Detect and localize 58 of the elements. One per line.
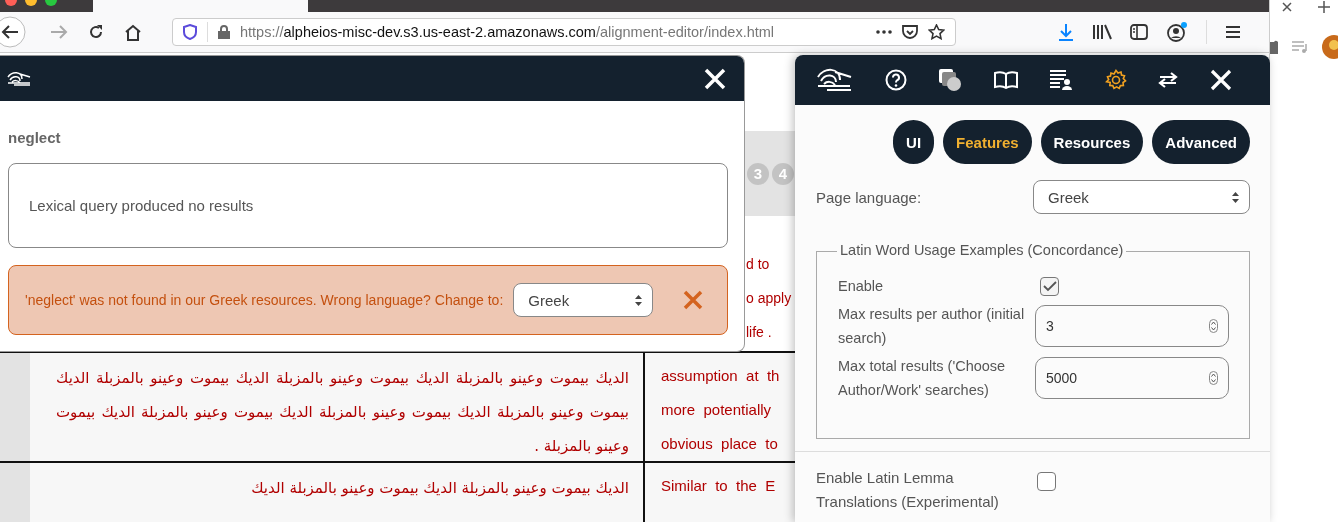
spinner-icon[interactable]: [1209, 371, 1218, 385]
puzzle-icon[interactable]: [1270, 40, 1279, 54]
download-icon[interactable]: [1058, 23, 1074, 41]
account-icon[interactable]: [1166, 22, 1188, 42]
alert-text: 'neglect' was not found in our Greek resources. Wrong language? Change to:: [25, 292, 504, 308]
setting-label: Max results per author (initial search): [838, 305, 1026, 348]
settings-tab[interactable]: Resources: [1040, 120, 1144, 164]
number-field[interactable]: 3: [1035, 305, 1229, 347]
arabic-text: الديك بيموت وعينو بالمزبلة الديك بيموت وعينو بالمزبلة الديك بيموت وعينو بالمزبلة الديك بيموت وعينو بالمزبلة الديك بيموت وعينو بالمزبلة الديك بيموت وعينو بالمزبلة الديك بيموت وعينو بالمزبلة .: [56, 368, 629, 457]
reload-icon[interactable]: [88, 24, 104, 40]
plus-icon[interactable]: [1318, 1, 1331, 13]
english-text: life .: [746, 323, 772, 342]
swap-icon[interactable]: [1158, 72, 1179, 88]
checkbox[interactable]: [1037, 472, 1056, 491]
logo-icon: [6, 70, 32, 87]
english-text: more potentially: [661, 400, 772, 420]
more-icon[interactable]: [876, 30, 892, 34]
updown-arrows-icon: [635, 294, 643, 306]
logo-icon[interactable]: [815, 67, 853, 93]
settings-tab[interactable]: Features: [943, 120, 1032, 164]
close-icon[interactable]: [1282, 2, 1293, 12]
avatar-icon[interactable]: [1322, 35, 1339, 59]
lock-icon: [218, 25, 230, 39]
message-text: Lexical query produced no results: [29, 197, 254, 214]
lookup-word: neglect: [8, 129, 62, 146]
setting-label: Enable: [838, 277, 884, 296]
language-select[interactable]: Greek: [1033, 180, 1250, 214]
stacked-pages-icon[interactable]: [938, 68, 963, 92]
spinner-icon[interactable]: [1209, 319, 1218, 333]
setting-label: Max total results ('Choose Author/Work' searches): [838, 357, 1007, 400]
settings-tab[interactable]: UI: [893, 120, 935, 164]
settings-icon[interactable]: [1104, 69, 1127, 91]
star-icon[interactable]: [928, 24, 945, 40]
book-icon[interactable]: [993, 71, 1018, 89]
sidebar-icon[interactable]: [1130, 24, 1148, 40]
settings-tab[interactable]: Advanced: [1152, 120, 1250, 164]
help-icon[interactable]: [884, 69, 907, 91]
english-text: assumption at th: [661, 366, 780, 386]
arabic-text: الديك بيموت وعينو بالمزبلة الديك بيموت وعينو بالمزبلة الديك: [250, 478, 629, 499]
address-bar[interactable]: https://alpheios-misc-dev.s3.us-east-2.amazonaws.com/alignment-editor/index.html: [172, 18, 956, 46]
group-legend: Latin Word Usage Examples (Concordance): [837, 242, 1127, 258]
library-icon[interactable]: [1092, 24, 1112, 40]
checkbox[interactable]: [1040, 276, 1059, 296]
pocket-icon[interactable]: [902, 24, 918, 40]
english-text: Similar to the E: [661, 476, 776, 496]
english-text: o apply: [746, 289, 792, 308]
language-select[interactable]: Greek: [513, 283, 654, 317]
list-user-icon[interactable]: [1049, 69, 1074, 91]
english-text: obvious place to: [661, 434, 778, 454]
setting-label: Enable Latin Lemma Translations (Experimental): [816, 468, 1000, 512]
setting-label: Page language:: [816, 188, 922, 206]
shield-icon[interactable]: [183, 24, 197, 40]
number-field[interactable]: 5000: [1035, 357, 1229, 399]
english-text: d to: [746, 255, 770, 274]
home-icon[interactable]: [124, 23, 142, 41]
url-text: https://alpheios-misc-dev.s3.us-east-2.amazonaws.com/alignment-editor/index.html: [240, 24, 776, 40]
updown-arrows-icon: [1232, 191, 1239, 203]
menu-icon[interactable]: [1225, 25, 1241, 39]
